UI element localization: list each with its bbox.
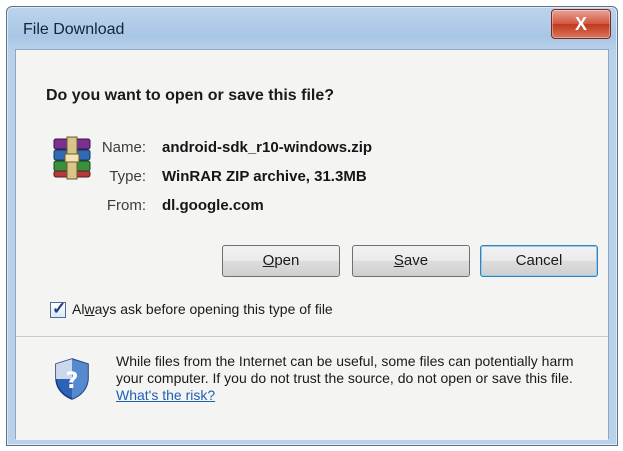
save-button[interactable]: Save [352,245,470,277]
whats-the-risk-link[interactable]: What's the risk? [116,387,215,403]
security-shield-icon: ? [55,358,89,400]
save-mnemonic: S [393,252,404,269]
save-label: ave [403,252,429,269]
cancel-button[interactable]: Cancel [480,245,598,277]
close-icon: X [574,14,587,34]
file-name-value: android-sdk_r10-windows.zip [162,139,373,156]
file-download-window: File Download X Do you want to open or s… [6,6,618,446]
checkmark-icon: ✓ [52,299,67,318]
file-type-value: WinRAR ZIP archive, 31.3MB [162,168,367,185]
svg-text:?: ? [66,369,79,394]
warning-message: While files from the Internet can be use… [116,353,596,404]
open-label: pen [274,252,300,269]
file-from-label: From: [106,197,146,214]
security-warning: ? While files from the Internet can be u… [16,337,608,440]
always-ask-checkbox[interactable]: ✓ [50,299,67,318]
file-from-value: dl.google.com [162,197,264,214]
close-button[interactable]: X [551,9,611,39]
open-button[interactable]: Open [222,245,340,277]
window-title: File Download [23,21,125,38]
dialog-question: Do you want to open or save this file? [46,87,335,104]
cancel-label: Cancel [515,252,563,269]
always-ask-label[interactable]: Always ask before opening this type of f… [72,301,333,317]
file-type-label: Type: [109,168,146,185]
warning-text: While files from the Internet can be use… [116,353,574,386]
dialog-body: Do you want to open or save this file? N… [15,49,609,440]
file-name-label: Name: [101,139,146,156]
title-bar[interactable]: File Download X [7,7,617,49]
open-mnemonic: O [262,252,275,269]
